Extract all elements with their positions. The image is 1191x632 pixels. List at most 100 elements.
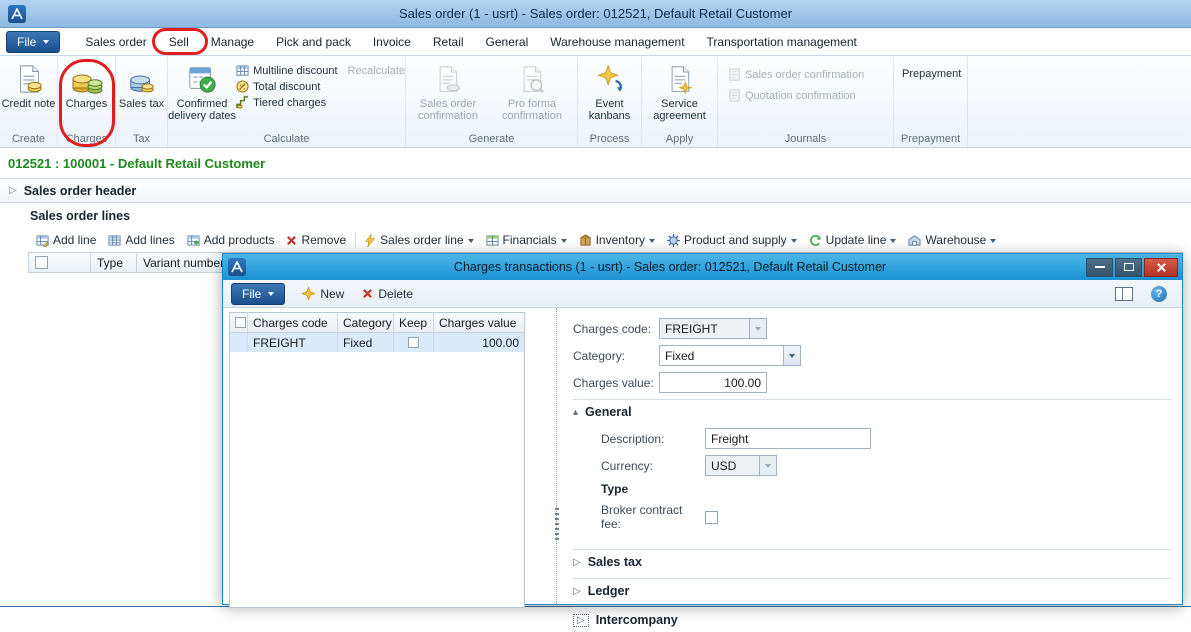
select-all-column-header[interactable] <box>29 253 91 272</box>
minimize-button[interactable] <box>1086 258 1113 277</box>
quotation-confirmation-button: Quotation confirmation <box>728 89 893 102</box>
add-products-button[interactable]: Add products <box>181 231 281 249</box>
tiered-charges-button[interactable]: Tiered charges <box>236 96 405 109</box>
maximize-button[interactable] <box>1115 258 1142 277</box>
warehouse-menu[interactable]: Warehouse <box>902 231 1002 249</box>
currency-combo[interactable]: USD <box>705 455 777 476</box>
close-icon <box>1156 262 1167 273</box>
column-header-category[interactable]: Category <box>338 313 394 332</box>
tab-sales-order[interactable]: Sales order <box>74 31 157 53</box>
general-section-content: Description: Freight Currency: USD Type … <box>573 424 1172 545</box>
file-menu-button[interactable]: File <box>6 31 60 53</box>
add-lines-button[interactable]: Add lines <box>102 231 180 249</box>
description-input[interactable]: Freight <box>705 428 871 449</box>
cell-keep[interactable] <box>394 333 434 352</box>
total-discount-icon <box>236 80 249 93</box>
sales-order-confirmation-button: Sales order confirmation <box>406 60 490 122</box>
new-button[interactable]: New <box>295 284 351 304</box>
remove-icon <box>286 235 297 246</box>
currency-dropdown-icon[interactable] <box>759 456 776 475</box>
prepayment-button[interactable]: Prepayment <box>902 68 967 80</box>
cell-charges-code[interactable]: FREIGHT <box>248 333 338 352</box>
warehouse-label: Warehouse <box>925 233 986 247</box>
remove-label: Remove <box>301 233 346 247</box>
tab-transportation-management[interactable]: Transportation management <box>696 31 868 53</box>
new-star-icon <box>302 287 315 300</box>
type-subheading: Type <box>601 482 1172 496</box>
add-line-icon <box>36 234 49 247</box>
recalculate-button: Recalculate <box>348 65 405 77</box>
dialog-splitter[interactable] <box>556 308 561 604</box>
keep-checkbox[interactable] <box>408 337 419 348</box>
cell-category[interactable]: Fixed <box>338 333 394 352</box>
update-line-icon <box>809 234 822 247</box>
sales-order-line-menu[interactable]: Sales order line <box>359 231 479 249</box>
category-dropdown-icon[interactable] <box>783 346 800 365</box>
event-kanbans-button[interactable]: Event kanbans <box>578 60 641 122</box>
tab-pick-and-pack[interactable]: Pick and pack <box>265 31 362 53</box>
financials-label: Financials <box>503 233 557 247</box>
add-lines-icon <box>108 234 121 247</box>
section-intercompany[interactable]: ▷ Intercompany <box>573 607 1172 632</box>
dialog-file-menu-button[interactable]: File <box>231 283 285 305</box>
tab-sell-label: Sell <box>169 35 189 49</box>
journal-sales-order-confirmation-label: Sales order confirmation <box>745 69 864 81</box>
help-button[interactable]: ? <box>1144 283 1174 305</box>
tab-retail[interactable]: Retail <box>422 31 475 53</box>
multiline-discount-icon <box>236 64 249 77</box>
chevron-down-icon <box>43 40 49 47</box>
row-selector-cell[interactable] <box>230 333 248 352</box>
total-discount-button[interactable]: Total discount <box>236 80 405 93</box>
category-combo[interactable]: Fixed <box>659 345 801 366</box>
product-and-supply-menu[interactable]: Product and supply <box>661 231 803 249</box>
sales-order-lines-section: Sales order lines <box>0 203 1191 228</box>
charges-select-all-cell[interactable] <box>230 313 248 332</box>
broker-contract-fee-checkbox[interactable] <box>705 511 718 524</box>
chevron-down-icon <box>268 292 274 299</box>
remove-button[interactable]: Remove <box>280 231 352 249</box>
charges-code-dropdown-icon[interactable] <box>749 319 766 338</box>
charges-grid-row[interactable]: FREIGHT Fixed 100.00 <box>230 333 524 352</box>
tab-general[interactable]: General <box>475 31 540 53</box>
sales-tax-icon <box>127 62 157 96</box>
charges-button[interactable]: Charges <box>58 60 115 110</box>
sales-order-header-section[interactable]: ▷ Sales order header <box>0 178 1191 203</box>
column-header-type[interactable]: Type <box>91 253 137 272</box>
section-sales-tax[interactable]: ▷ Sales tax <box>573 549 1172 574</box>
tab-invoice[interactable]: Invoice <box>362 31 422 53</box>
add-line-button[interactable]: Add line <box>30 231 102 249</box>
section-general[interactable]: ▴ General <box>573 399 1172 424</box>
credit-note-button[interactable]: Credit note <box>0 60 57 110</box>
tab-sell[interactable]: Sell <box>158 31 200 53</box>
column-header-variant-number[interactable]: Variant number <box>137 253 225 272</box>
sales-tax-button[interactable]: Sales tax <box>116 60 167 110</box>
cell-charges-value[interactable]: 100.00 <box>434 333 524 352</box>
charges-grid: Charges code Category Keep Charges value… <box>229 312 525 608</box>
select-all-checkbox[interactable] <box>35 256 48 269</box>
journal-sales-order-confirmation-icon <box>728 68 741 81</box>
section-ledger[interactable]: ▷ Ledger <box>573 578 1172 603</box>
charges-select-all-checkbox[interactable] <box>235 317 246 328</box>
service-agreement-button[interactable]: Service agreement <box>642 60 717 122</box>
inventory-menu[interactable]: Inventory <box>573 231 661 249</box>
charges-code-combo[interactable]: FREIGHT <box>659 318 767 339</box>
column-header-keep[interactable]: Keep <box>394 313 434 332</box>
total-discount-label: Total discount <box>253 81 320 93</box>
charges-grid-empty-area[interactable] <box>230 352 524 607</box>
column-header-charges-code[interactable]: Charges code <box>248 313 338 332</box>
ribbon-tab-row: File Sales order Sell Manage Pick and pa… <box>0 28 1191 56</box>
layout-button[interactable] <box>1108 284 1140 304</box>
confirmed-delivery-dates-button[interactable]: Confirmed delivery dates <box>168 60 236 122</box>
tab-manage[interactable]: Manage <box>200 31 265 53</box>
column-header-charges-value[interactable]: Charges value <box>434 313 524 332</box>
close-button[interactable] <box>1144 258 1178 277</box>
multiline-discount-button[interactable]: Multiline discount <box>236 64 337 77</box>
update-line-menu[interactable]: Update line <box>803 231 903 249</box>
financials-menu[interactable]: Financials <box>480 231 573 249</box>
charges-value-input[interactable]: 100.00 <box>659 372 767 393</box>
tab-warehouse-management[interactable]: Warehouse management <box>539 31 695 53</box>
layout-icon <box>1115 287 1133 301</box>
delete-button[interactable]: Delete <box>355 284 420 304</box>
warehouse-icon <box>908 234 921 247</box>
event-kanbans-label: Event kanbans <box>578 98 641 122</box>
